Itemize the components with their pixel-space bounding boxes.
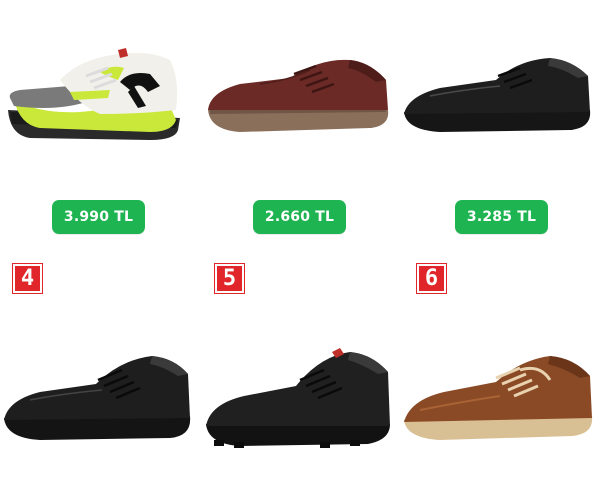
- product-card-1[interactable]: [0, 40, 200, 155]
- product-card-5[interactable]: [200, 340, 400, 455]
- number-badge-4: 4: [13, 264, 42, 293]
- number-badge-5: 5: [215, 264, 244, 293]
- price-button-3[interactable]: 3.285 TL: [455, 200, 548, 234]
- price-button-1[interactable]: 3.990 TL: [52, 200, 145, 234]
- number-badge-6: 6: [417, 264, 446, 293]
- brown-leather-shoe-image: [404, 356, 593, 440]
- black-boot-shoe-image: [206, 348, 390, 448]
- sneaker-image: [8, 48, 180, 140]
- black-leather-shoe-image: [4, 356, 191, 440]
- product-card-4[interactable]: [0, 340, 200, 455]
- price-button-2[interactable]: 2.660 TL: [253, 200, 346, 234]
- product-card-2[interactable]: [200, 40, 400, 155]
- product-card-3[interactable]: [400, 40, 600, 155]
- suede-sneaker-image: [208, 59, 389, 132]
- product-card-6[interactable]: [400, 340, 600, 455]
- black-derby-image: [404, 58, 591, 132]
